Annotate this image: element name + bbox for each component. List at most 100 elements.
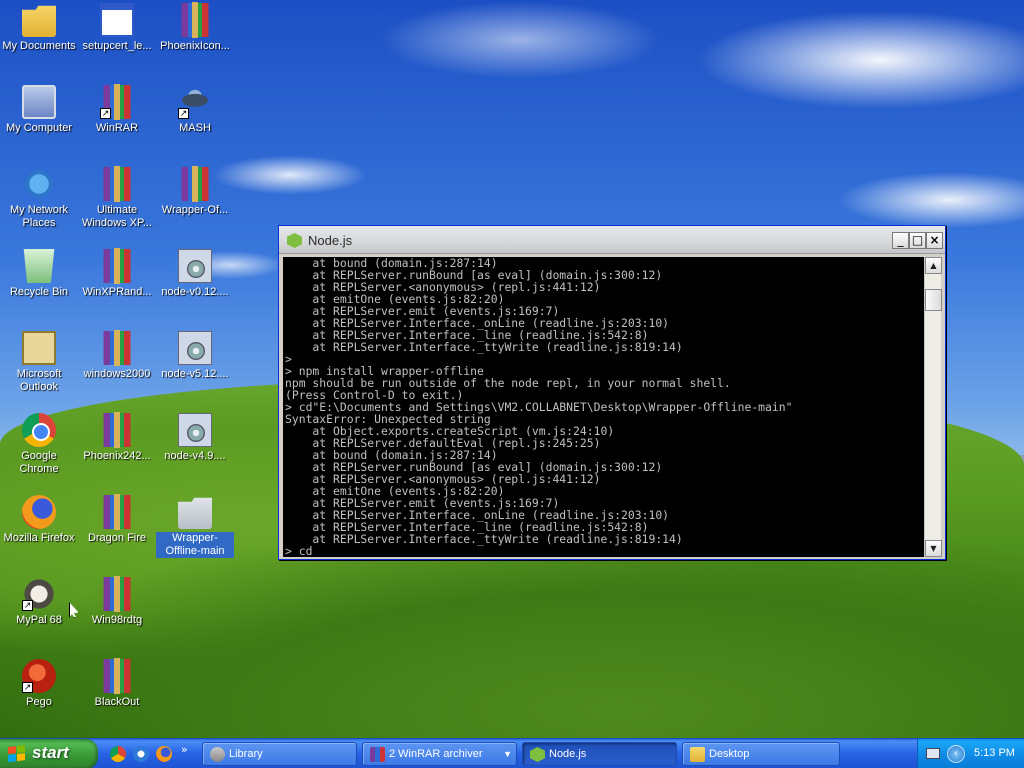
desktop-icon-winrar[interactable]: ↗ WinRAR: [78, 84, 156, 135]
desktop-icon-windows2000[interactable]: windows2000: [78, 330, 156, 381]
console-output[interactable]: at bound (domain.js:287:14) at REPLServe…: [283, 257, 924, 557]
desktop-icon-dragon-fire[interactable]: Dragon Fire: [78, 494, 156, 545]
desktop-icon-label: node-v4.9....: [164, 450, 226, 462]
close-button[interactable]: ×: [926, 232, 943, 249]
shortcut-arrow-icon: ↗: [22, 600, 33, 611]
taskbar-button-label: 2 WinRAR archiver: [389, 748, 483, 760]
desktop-icon-mash[interactable]: ↗ MASH: [156, 85, 234, 135]
installer-icon: [178, 249, 212, 283]
start-button[interactable]: start: [0, 739, 98, 768]
pego-icon: ↗: [22, 659, 56, 693]
taskbar-button-library[interactable]: Library: [202, 742, 357, 766]
winrar-archive-icon: [100, 330, 134, 366]
window-icon: [100, 3, 134, 37]
desktop-icon-node-v4-9[interactable]: node-v4.9....: [156, 413, 234, 463]
desktop-icon-ultimate-windows-xp[interactable]: Ultimate Windows XP...: [78, 166, 156, 230]
winrar-archive-icon: [178, 2, 212, 38]
vertical-scrollbar[interactable]: ▲ ▼: [924, 257, 942, 557]
quick-launch-chrome-icon[interactable]: [110, 746, 126, 762]
desktop-icon-label: PhoenixIcon...: [160, 40, 230, 52]
desktop-icon-blackout[interactable]: BlackOut: [78, 658, 156, 709]
scroll-up-button[interactable]: ▲: [925, 257, 942, 274]
clock[interactable]: 5:13 PM: [974, 747, 1015, 759]
mash-icon: ↗: [178, 85, 212, 119]
minimize-button[interactable]: _: [892, 232, 909, 249]
winrar-archive-icon: [100, 658, 134, 694]
my-computer-icon: [22, 85, 56, 119]
desktop-icon-label: node-v5.12....: [161, 368, 229, 380]
shortcut-arrow-icon: ↗: [178, 108, 189, 119]
desktop-icon-microsoft-outlook[interactable]: Microsoft Outlook: [0, 331, 78, 394]
winrar-icon: [370, 747, 385, 762]
console-line: > cd: [285, 544, 313, 557]
desktop-icon-my-documents[interactable]: My Documents: [0, 3, 78, 53]
nodejs-icon: [530, 747, 545, 762]
desktop-icon-my-network-places[interactable]: My Network Places: [0, 167, 78, 230]
maximize-button[interactable]: □: [909, 232, 926, 249]
desktop-icon-label: WinXPRand...: [82, 286, 152, 298]
system-tray: ‹ 5:13 PM: [917, 739, 1024, 768]
desktop-icon-mypal-68[interactable]: ↗ MyPal 68: [0, 577, 78, 627]
console-line: at REPLServer.Interface._ttyWrite (readl…: [285, 532, 683, 546]
desktop-icon-my-computer[interactable]: My Computer: [0, 85, 78, 135]
desktop-icon-label: Pego: [26, 696, 52, 708]
winrar-archive-icon: [100, 494, 134, 530]
network-places-icon: [22, 167, 56, 201]
desktop-icon-label: node-v0.12....: [161, 286, 229, 298]
desktop-icon-label: Phoenix242...: [83, 450, 151, 462]
desktop-icon-wrapper-offline-main[interactable]: Wrapper-Offline-main: [156, 495, 234, 558]
my-documents-icon: [22, 5, 56, 37]
winrar-archive-icon: [100, 248, 134, 284]
desktop-icon-label: My Documents: [2, 40, 76, 52]
taskbar-button-label: Library: [229, 748, 263, 760]
desktop-icon-label: windows2000: [83, 368, 151, 380]
windows-flag-icon: [8, 745, 26, 763]
winrar-archive-icon: [100, 412, 134, 448]
window-titlebar[interactable]: Node.js _ □ ×: [279, 226, 945, 254]
winrar-archive-icon: [100, 576, 134, 612]
winrar-archive-icon: [178, 166, 212, 202]
quick-launch-more-icon[interactable]: »: [181, 743, 188, 756]
firefox-icon: [22, 495, 56, 529]
desktop-icon-win98rdtg[interactable]: Win98rdtg: [78, 576, 156, 627]
desktop-icon-phoenixicon[interactable]: PhoenixIcon...: [156, 2, 234, 53]
folder-icon: [178, 497, 212, 529]
desktop-icon-label: Recycle Bin: [9, 286, 69, 298]
desktop-icon-winxprand[interactable]: WinXPRand...: [78, 248, 156, 299]
recycle-bin-icon: [23, 249, 55, 283]
desktop-icon-label: Microsoft Outlook: [16, 368, 62, 393]
desktop-icon-mozilla-firefox[interactable]: Mozilla Firefox: [0, 495, 78, 545]
keyboard-tray-icon[interactable]: [926, 748, 940, 759]
scroll-down-button[interactable]: ▼: [925, 540, 942, 557]
taskbar-button-winrar-group[interactable]: 2 WinRAR archiver ▼: [362, 742, 517, 766]
desktop-icon-label: MyPal 68: [16, 614, 62, 626]
desktop-icon-pego[interactable]: ↗ Pego: [0, 659, 78, 709]
taskbar-button-nodejs[interactable]: Node.js: [522, 742, 677, 766]
desktop-icon-label: Ultimate Windows XP...: [81, 204, 153, 229]
desktop-icon-phoenix242[interactable]: Phoenix242...: [78, 412, 156, 463]
folder-icon: [690, 747, 705, 762]
desktop-icon-recycle-bin[interactable]: Recycle Bin: [0, 249, 78, 299]
nodejs-console-window[interactable]: Node.js _ □ × at bound (domain.js:287:14…: [278, 225, 946, 560]
desktop-icon-label: Mozilla Firefox: [3, 532, 75, 544]
shortcut-arrow-icon: ↗: [22, 682, 33, 693]
show-hidden-icons-button[interactable]: ‹: [947, 745, 965, 763]
desktop-icon-setupcert[interactable]: setupcert_le...: [78, 3, 156, 53]
desktop-icon-node-v0-12[interactable]: node-v0.12....: [156, 249, 234, 299]
quick-launch-firefox-icon[interactable]: [156, 746, 172, 762]
desktop-icon-google-chrome[interactable]: Google Chrome: [0, 413, 78, 476]
installer-icon: [178, 331, 212, 365]
taskbar: start » Library 2 WinRAR archiver ▼ Node…: [0, 738, 1024, 768]
desktop-icon-label: WinRAR: [95, 122, 139, 134]
scrollbar-thumb[interactable]: [925, 289, 942, 311]
desktop-icon-node-v5-12[interactable]: node-v5.12....: [156, 331, 234, 381]
quick-launch-ie-icon[interactable]: [133, 746, 149, 762]
taskbar-button-desktop[interactable]: Desktop: [682, 742, 840, 766]
group-dropdown-icon: ▼: [503, 749, 512, 759]
desktop-icon-label: Win98rdtg: [91, 614, 143, 626]
desktop-icon-label: My Network Places: [9, 204, 69, 229]
shortcut-arrow-icon: ↗: [100, 108, 111, 119]
library-icon: [210, 747, 225, 762]
installer-icon: [178, 413, 212, 447]
desktop-icon-wrapper-of[interactable]: Wrapper-Of...: [156, 166, 234, 217]
